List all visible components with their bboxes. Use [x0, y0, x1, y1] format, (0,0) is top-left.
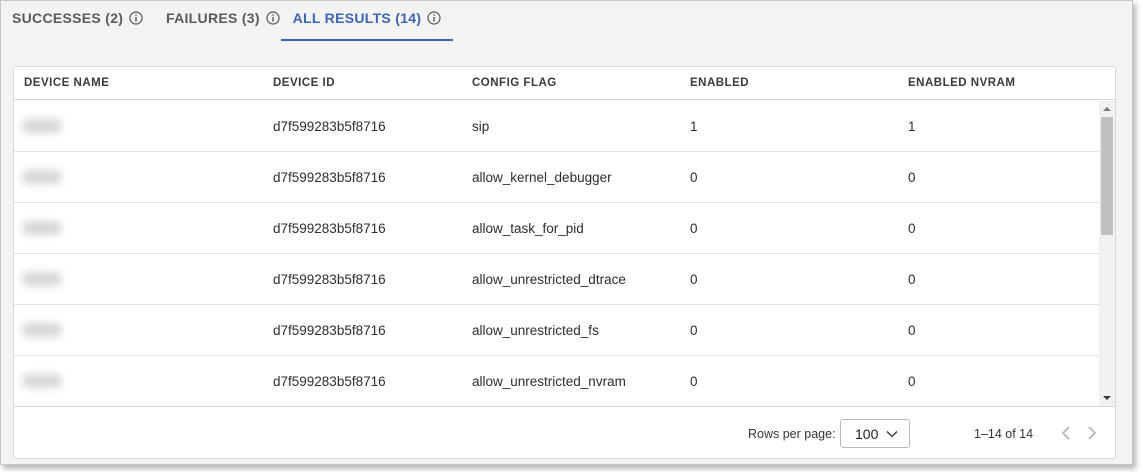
results-panel: SUCCESSES (2) FAILURES (3) ALL RESULTS (…: [0, 0, 1133, 465]
table-row[interactable]: d7f599283b5f8716 sip 1 1: [14, 101, 1099, 152]
enabled-cell: 0: [690, 272, 698, 287]
device-id-cell: d7f599283b5f8716: [273, 221, 386, 236]
chevron-left-icon: [1061, 426, 1070, 440]
enabled-nvram-cell: 0: [908, 374, 916, 389]
device-id-cell: d7f599283b5f8716: [273, 374, 386, 389]
rows-per-page-label: Rows per page:: [748, 427, 836, 441]
table-row[interactable]: d7f599283b5f8716 allow_unrestricted_dtra…: [14, 254, 1099, 305]
config-flag-cell: allow_unrestricted_fs: [472, 323, 599, 338]
enabled-cell: 0: [690, 170, 698, 185]
tab-label: ALL RESULTS (14): [292, 10, 422, 26]
config-flag-cell: allow_unrestricted_dtrace: [472, 272, 626, 287]
enabled-nvram-cell: 0: [908, 170, 916, 185]
redacted-device-name: [22, 374, 62, 388]
column-header-device-name[interactable]: DEVICE NAME: [24, 67, 109, 100]
enabled-cell: 0: [690, 323, 698, 338]
device-id-cell: d7f599283b5f8716: [273, 323, 386, 338]
next-page-button[interactable]: [1083, 424, 1101, 442]
device-id-cell: d7f599283b5f8716: [273, 170, 386, 185]
enabled-cell: 0: [690, 374, 698, 389]
redacted-device-name: [22, 323, 62, 337]
table-row[interactable]: d7f599283b5f8716 allow_unrestricted_nvra…: [14, 356, 1099, 406]
rows-per-page-select[interactable]: 100: [840, 419, 910, 448]
tab-all-results[interactable]: ALL RESULTS (14): [281, 1, 453, 41]
enabled-nvram-cell: 0: [908, 221, 916, 236]
config-flag-cell: sip: [472, 119, 490, 134]
info-icon[interactable]: [266, 11, 280, 25]
enabled-cell: 0: [690, 221, 698, 236]
chevron-down-icon: [886, 430, 898, 438]
enabled-cell: 1: [690, 119, 698, 134]
device-id-cell: d7f599283b5f8716: [273, 272, 386, 287]
scrollbar-thumb[interactable]: [1101, 117, 1113, 235]
active-tab-indicator: [281, 39, 453, 41]
redacted-device-name: [22, 221, 62, 235]
table-pagination: Rows per page: 100 1–14 of 14: [14, 406, 1115, 458]
tab-label: SUCCESSES (2): [12, 10, 124, 26]
table-header: DEVICE NAME DEVICE ID CONFIG FLAG ENABLE…: [14, 67, 1115, 100]
rows-per-page-value: 100: [855, 425, 879, 442]
device-id-cell: d7f599283b5f8716: [273, 119, 386, 134]
previous-page-button[interactable]: [1057, 424, 1075, 442]
table-body: d7f599283b5f8716 sip 1 1 d7f599283b5f871…: [14, 101, 1099, 406]
config-flag-cell: allow_kernel_debugger: [472, 170, 612, 185]
vertical-scrollbar[interactable]: [1099, 101, 1115, 406]
enabled-nvram-cell: 0: [908, 272, 916, 287]
enabled-nvram-cell: 0: [908, 323, 916, 338]
column-header-device-id[interactable]: DEVICE ID: [273, 67, 335, 100]
column-header-config-flag[interactable]: CONFIG FLAG: [472, 67, 557, 100]
chevron-right-icon: [1088, 426, 1097, 440]
pagination-range: 1–14 of 14: [974, 427, 1034, 441]
scroll-down-icon[interactable]: [1099, 390, 1115, 406]
scroll-up-icon[interactable]: [1099, 101, 1115, 117]
redacted-device-name: [22, 170, 62, 184]
result-tabs: SUCCESSES (2) FAILURES (3) ALL RESULTS (…: [1, 1, 1132, 41]
tab-successes[interactable]: SUCCESSES (2): [12, 1, 143, 41]
info-icon[interactable]: [129, 11, 143, 25]
info-icon[interactable]: [427, 11, 441, 25]
table-row[interactable]: d7f599283b5f8716 allow_kernel_debugger 0…: [14, 152, 1099, 203]
column-header-enabled[interactable]: ENABLED: [690, 67, 749, 100]
redacted-device-name: [22, 119, 62, 133]
tab-failures[interactable]: FAILURES (3): [166, 1, 280, 41]
table-row[interactable]: d7f599283b5f8716 allow_unrestricted_fs 0…: [14, 305, 1099, 356]
config-flag-cell: allow_unrestricted_nvram: [472, 374, 626, 389]
table-row[interactable]: d7f599283b5f8716 allow_task_for_pid 0 0: [14, 203, 1099, 254]
config-flag-cell: allow_task_for_pid: [472, 221, 584, 236]
redacted-device-name: [22, 272, 62, 286]
column-header-enabled-nvram[interactable]: ENABLED NVRAM: [908, 67, 1015, 100]
tab-label: FAILURES (3): [166, 10, 260, 26]
results-table: DEVICE NAME DEVICE ID CONFIG FLAG ENABLE…: [13, 66, 1116, 459]
enabled-nvram-cell: 1: [908, 119, 916, 134]
